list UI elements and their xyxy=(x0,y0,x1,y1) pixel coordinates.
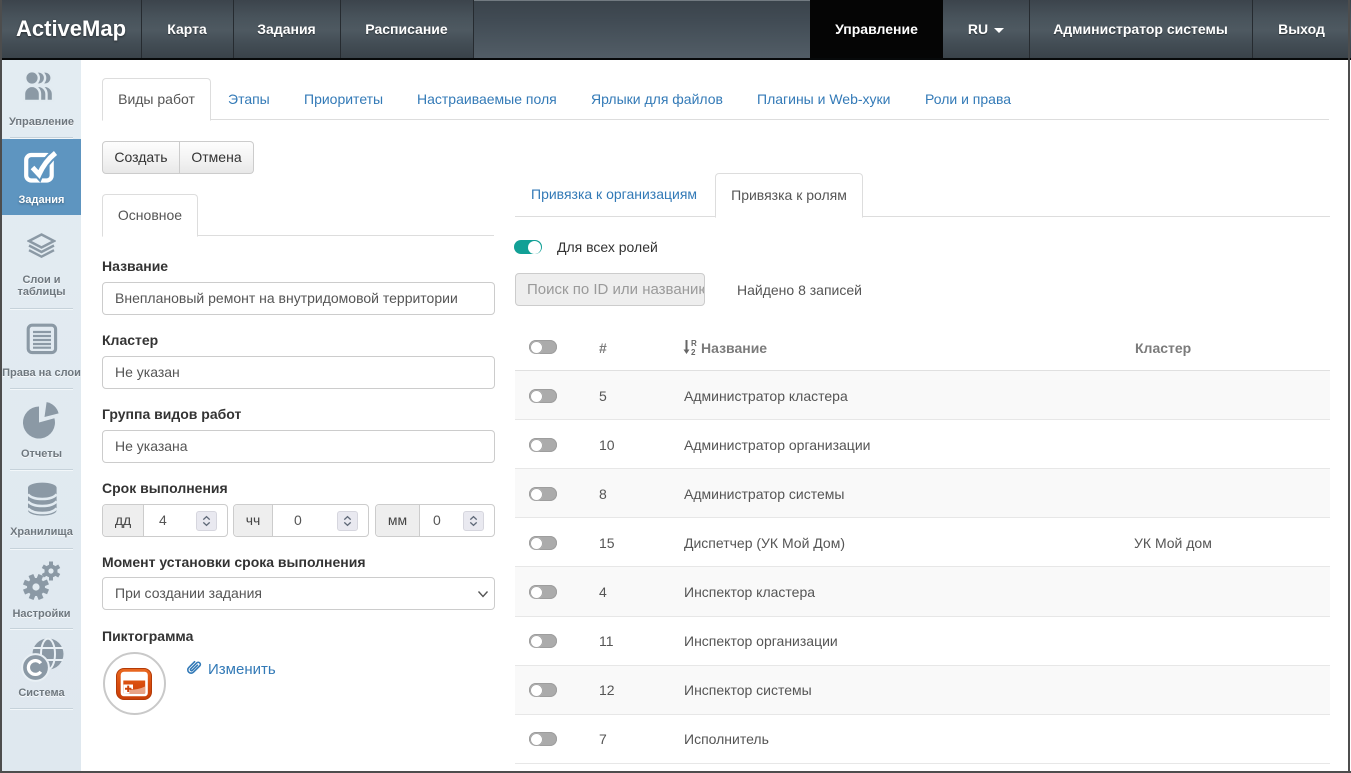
svg-text:R: R xyxy=(691,339,697,348)
svg-text:2: 2 xyxy=(691,348,696,356)
